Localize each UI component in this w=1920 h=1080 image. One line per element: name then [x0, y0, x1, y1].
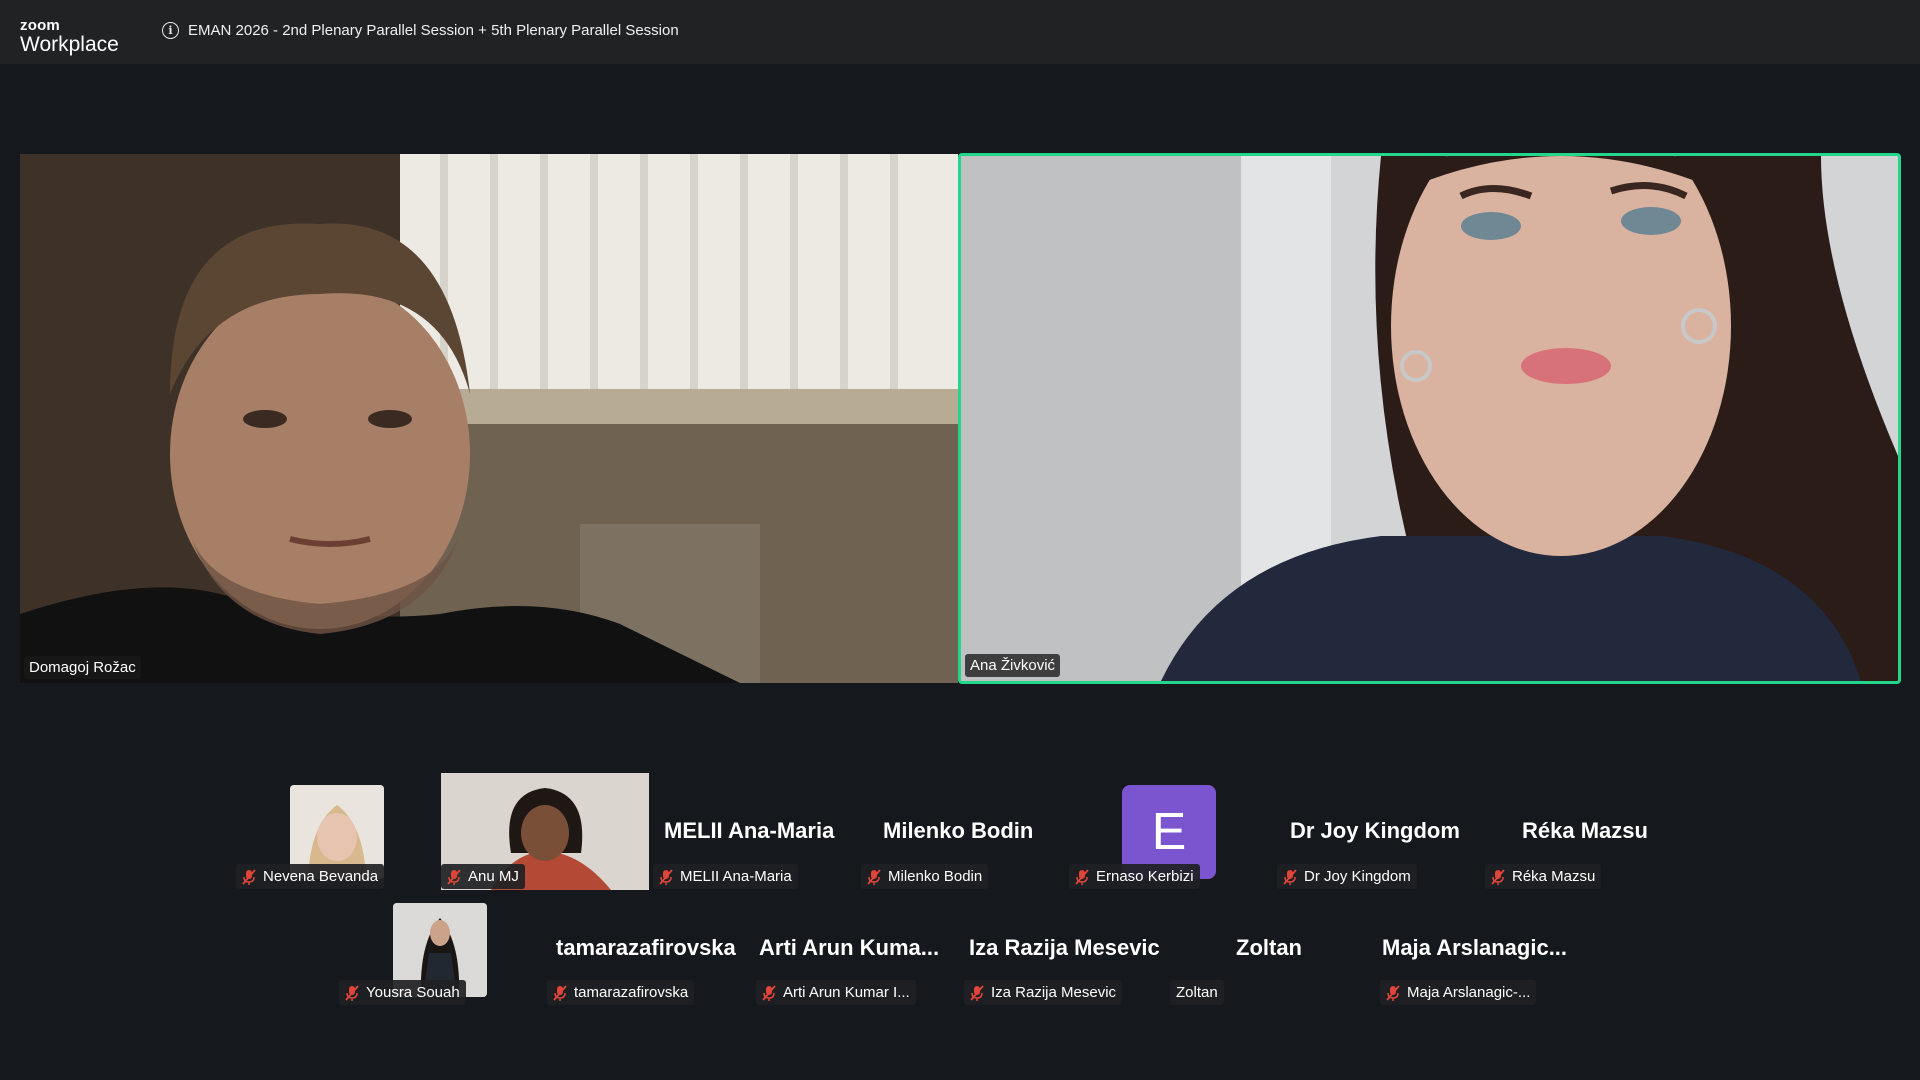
- thumb-display-name-zoltan: Zoltan: [1236, 935, 1302, 960]
- mic-muted-icon: [553, 984, 567, 1001]
- mic-muted-icon: [1491, 868, 1505, 885]
- video-tile-domagoj[interactable]: Domagoj Rožac: [20, 154, 958, 683]
- name-tag-ernaso: Ernaso Kerbizi: [1069, 864, 1200, 889]
- participant-name: Milenko Bodin: [888, 868, 983, 885]
- name-tag-zoltan: Zoltan: [1170, 980, 1224, 1005]
- participant-name: Dr Joy Kingdom: [1304, 868, 1411, 885]
- mic-muted-icon: [867, 868, 881, 885]
- mic-muted-icon: [762, 984, 776, 1001]
- thumb-display-name-tamara: tamarazafirovska: [556, 935, 736, 960]
- participant-name: Réka Mazsu: [1512, 868, 1596, 885]
- participant-name: Arti Arun Kumar I...: [783, 984, 910, 1001]
- thumb-display-name-arti: Arti Arun Kuma...: [759, 935, 940, 960]
- participant-name: Yousra Souah: [366, 984, 460, 1001]
- name-tag-anu: Anu MJ: [441, 864, 525, 889]
- participant-name: Maja Arslanagic-...: [1407, 984, 1531, 1001]
- mic-muted-icon: [1075, 868, 1089, 885]
- video-feed-ana: [961, 156, 1898, 681]
- info-icon[interactable]: i: [162, 22, 179, 39]
- video-feed-domagoj: [20, 154, 958, 683]
- name-tag-joy: Dr Joy Kingdom: [1277, 864, 1417, 889]
- name-tag-melii: MELII Ana-Maria: [653, 864, 798, 889]
- title-bar: zoom Workplace i EMAN 2026 - 2nd Plenary…: [0, 0, 1920, 64]
- participant-name: Ernaso Kerbizi: [1096, 868, 1194, 885]
- participant-name: tamarazafirovska: [574, 984, 689, 1001]
- thumb-display-name-joy: Dr Joy Kingdom: [1290, 818, 1460, 843]
- thumb-display-name-maja: Maja Arslanagic...: [1382, 935, 1568, 960]
- participant-name: Nevena Bevanda: [263, 868, 379, 885]
- mic-muted-icon: [659, 868, 673, 885]
- thumb-display-name-milenko: Milenko Bodin: [883, 818, 1034, 843]
- participant-name: Anu MJ: [468, 868, 519, 885]
- name-tag-maja: Maja Arslanagic-...: [1380, 980, 1537, 1005]
- participant-name: Iza Razija Mesevic: [991, 984, 1117, 1001]
- name-tag-tamara: tamarazafirovska: [547, 980, 695, 1005]
- logo-zoom-text: zoom: [20, 17, 60, 34]
- name-tag-iza: Iza Razija Mesevic: [964, 980, 1123, 1005]
- participant-name: Zoltan: [1176, 984, 1218, 1001]
- participant-name-domagoj: Domagoj Rožac: [24, 656, 141, 679]
- name-tag-milenko: Milenko Bodin: [861, 864, 989, 889]
- logo-workplace-text: Workplace: [20, 33, 119, 56]
- video-tile-ana-active-speaker[interactable]: Ana Živković: [958, 153, 1901, 684]
- mic-muted-icon: [1283, 868, 1297, 885]
- participant-name-ana: Ana Živković: [965, 654, 1061, 677]
- meeting-title: EMAN 2026 - 2nd Plenary Parallel Session…: [188, 22, 679, 39]
- name-tag-yousra: Yousra Souah: [339, 980, 466, 1005]
- participant-name: MELII Ana-Maria: [680, 868, 792, 885]
- mic-muted-icon: [242, 868, 256, 885]
- thumb-display-name-iza: Iza Razija Mesevic: [969, 935, 1160, 960]
- mic-muted-icon: [345, 984, 359, 1001]
- thumb-display-name-reka: Réka Mazsu: [1522, 818, 1648, 843]
- name-tag-reka: Réka Mazsu: [1485, 864, 1602, 889]
- mic-muted-icon: [447, 868, 461, 885]
- zoom-workplace-logo: zoom Workplace: [20, 18, 119, 55]
- mic-muted-icon: [970, 984, 984, 1001]
- thumb-display-name-melii: MELII Ana-Maria: [664, 818, 835, 843]
- mic-muted-icon: [1386, 984, 1400, 1001]
- meeting-info[interactable]: i EMAN 2026 - 2nd Plenary Parallel Sessi…: [162, 22, 679, 39]
- name-tag-nevena: Nevena Bevanda: [236, 864, 385, 889]
- name-tag-arti: Arti Arun Kumar I...: [756, 980, 916, 1005]
